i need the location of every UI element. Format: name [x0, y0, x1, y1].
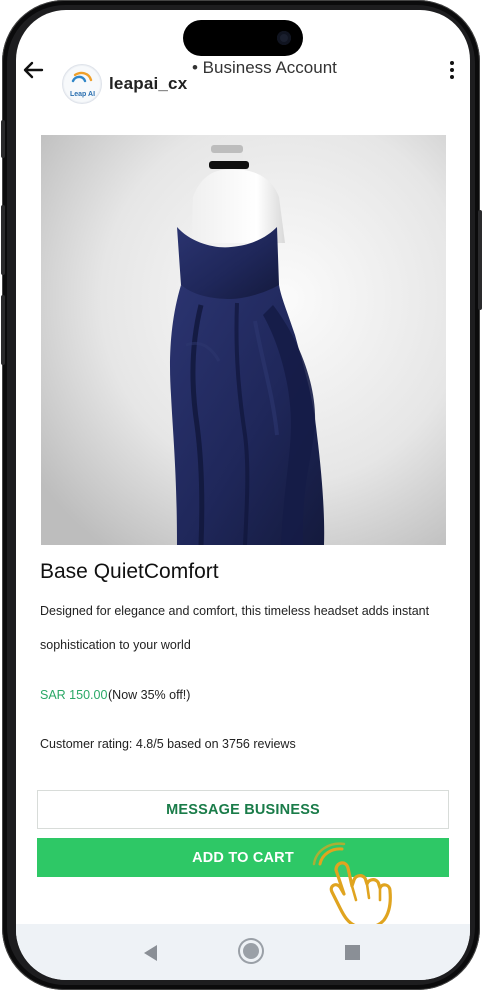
account-type-label: • Business Account: [192, 58, 337, 77]
square-recent-icon[interactable]: [345, 945, 360, 960]
product-description-line-2: sophistication to your world: [40, 638, 191, 652]
product-description-line-1: Designed for elegance and comfort, this …: [40, 604, 430, 618]
message-business-button[interactable]: MESSAGE BUSINESS: [37, 790, 449, 829]
customer-rating: Customer rating: 4.8/5 based on 3756 rev…: [40, 737, 296, 751]
dress-on-mannequin-image: [41, 135, 446, 545]
system-navigation-bar: [16, 924, 470, 980]
phone-frame: Leap AI leapai_cx • Business Account Bas…: [1, 0, 482, 990]
phone-side-button: [1, 120, 5, 158]
more-vertical-icon[interactable]: [444, 58, 460, 84]
product-image: [41, 135, 446, 545]
tap-hand-icon: [312, 842, 392, 930]
phone-volume-down: [1, 295, 5, 365]
phone-power-button: [478, 210, 482, 310]
account-handle[interactable]: leapai_cx: [109, 74, 187, 94]
phone-volume-up: [1, 205, 5, 275]
triangle-back-icon[interactable]: [144, 945, 157, 961]
product-title: Base QuietComfort: [40, 560, 219, 583]
dynamic-island: [183, 20, 303, 56]
screen: Leap AI leapai_cx • Business Account Bas…: [16, 10, 470, 980]
camera-icon: [277, 31, 291, 45]
arrow-left-icon[interactable]: [20, 56, 48, 84]
svg-text:Leap AI: Leap AI: [70, 91, 95, 98]
avatar[interactable]: Leap AI: [62, 64, 102, 104]
leap-ai-logo-icon: Leap AI: [64, 66, 100, 102]
product-discount-note: (Now 35% off!): [108, 688, 191, 702]
product-price: SAR 150.00: [40, 688, 108, 702]
circle-home-icon[interactable]: [243, 943, 259, 959]
